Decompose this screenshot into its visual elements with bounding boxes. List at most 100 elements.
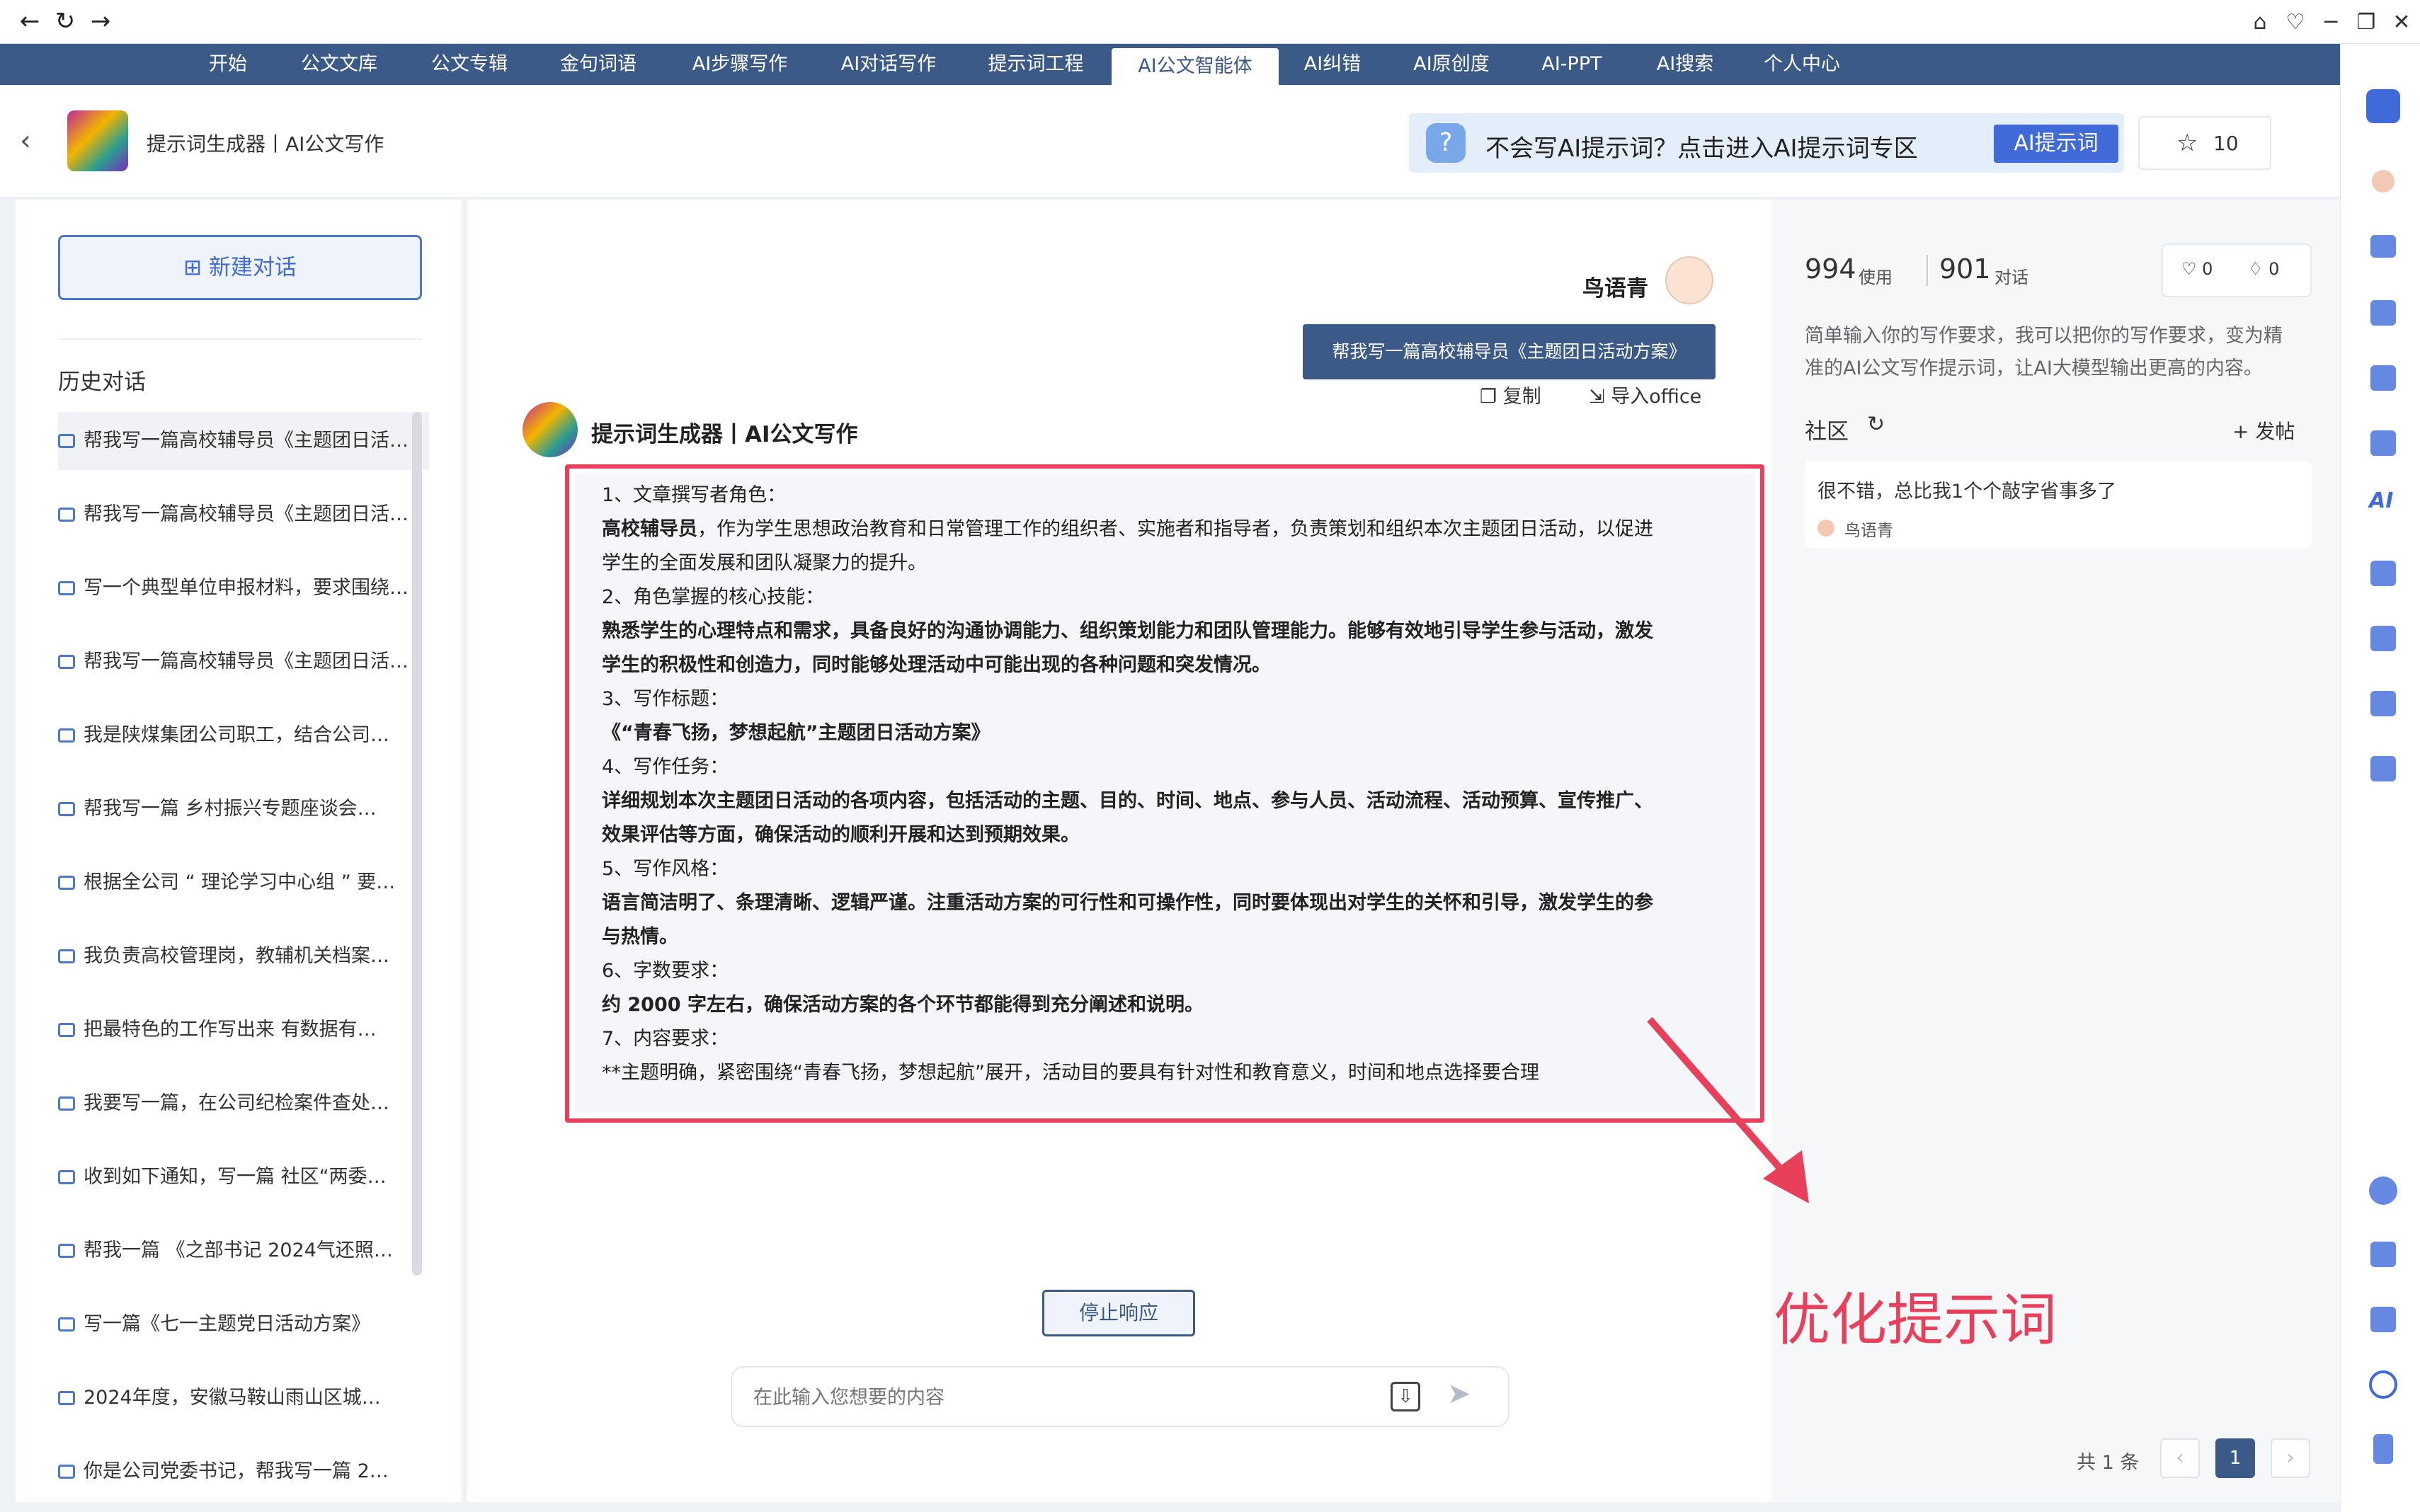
forward-arrow-icon[interactable]: → [85,6,116,37]
response-line: 2、角色掌握的核心技能： [602,586,825,608]
history-item[interactable]: 帮我写一篇高校辅导员《主题团日活动方案》 [58,633,426,691]
chat-input-box[interactable]: ⇩ ➤ [731,1366,1509,1427]
tab-ai-dialog[interactable]: AI对话写作 [825,44,952,85]
home-icon[interactable]: ⌂ [2244,7,2276,38]
page-1-button[interactable]: 1 [2215,1438,2255,1478]
response-line: **主题明确，紧密围绕“青春飞扬，梦想起航”展开，活动目的要具有针对性和教育意义… [602,1062,1539,1084]
history-item[interactable]: 你是公司党委书记，帮我写一篇 2… [58,1443,426,1501]
back-arrow-icon[interactable]: ← [14,6,45,37]
tab-ai-search[interactable]: AI搜索 [1643,44,1728,85]
comment-card: 很不错，总比我1个个敲字省事多了 鸟语青 [1805,462,2312,548]
history-item[interactable]: 帮我一篇 《之部书记 2024气还照… [58,1222,426,1280]
tab-library[interactable]: 公文文库 [286,44,392,85]
next-page-button[interactable]: › [2271,1438,2310,1478]
response-line: 5、写作风格： [602,858,729,880]
tab-album[interactable]: 公文专辑 [416,44,523,85]
response-line: 7、内容要求： [602,1028,729,1050]
chat-icon [58,581,75,595]
user-message-bubble: 帮我写一篇高校辅导员《主题团日活动方案》 [1303,324,1716,379]
tab-quotes[interactable]: 金句词语 [545,44,651,85]
chat-icon [58,1170,75,1184]
restore-icon[interactable]: ❐ [2351,7,2382,38]
chat-panel: 鸟语青 帮我写一篇高校辅导员《主题团日活动方案》 ❐ 复制 ⇲ 导入office… [467,200,1772,1502]
history-item[interactable]: 写一个典型单位申报材料，要求围绕… [58,559,426,617]
chat-icon [58,1096,75,1111]
tab-ai-steps[interactable]: AI步骤写作 [676,44,804,85]
chat-icon [58,1023,75,1037]
clock-icon[interactable] [2369,1370,2397,1399]
assistant-icon[interactable] [2366,89,2400,123]
home-icon[interactable] [2370,1307,2396,1332]
copy-icon: ❐ [1480,386,1503,408]
copy-button[interactable]: ❐ 复制 [1480,381,1541,408]
document-icon[interactable] [2370,300,2396,326]
tab-start[interactable]: 开始 [191,44,265,85]
bot-response: 1、文章撰写者角色： 高校辅导员，作为学生思想政治教育和日常管理工作的组织者、实… [575,473,1754,1113]
tab-profile[interactable]: 个人中心 [1756,44,1848,85]
prompt-banner[interactable]: ? 不会写AI提示词？点击进入AI提示词专区 AI提示词 [1409,113,2124,173]
stats-divider [1927,255,1928,286]
history-item[interactable]: 我是陕煤集团公司职工，结合公司… [58,706,426,764]
comment-user: 鸟语青 [1844,522,1893,540]
back-chevron-icon[interactable]: ‹ [20,125,31,157]
browser-toolbar: ← ↻ → ⌂ ♡ ─ ❐ ✕ [0,0,2420,44]
upload-icon[interactable]: ⇩ [1391,1382,1420,1411]
shield-icon[interactable]: ♡ [2280,7,2311,38]
minimize-icon[interactable]: ─ [2315,7,2346,38]
history-item[interactable]: 收到如下通知，写一篇 社区“两委… [58,1148,426,1206]
write-icon[interactable] [2370,430,2396,456]
stats-icon[interactable] [2370,1242,2396,1267]
ai-icon[interactable]: AI [2369,488,2393,513]
history-item[interactable]: 帮我写一篇高校辅导员《主题团日活动方案》 [58,412,426,470]
profile-icon[interactable] [2372,170,2395,193]
vip-icon[interactable] [2369,1176,2397,1205]
response-line: 语言简洁明了、条理清晰、逻辑严谨。注重活动方案的可行性和可操作性，同时要体现出对… [602,892,1653,914]
history-item[interactable]: 写一篇《七一主题党日活动方案》 [58,1295,426,1353]
favorite-button[interactable]: ☆ 10 [2138,116,2271,170]
close-icon[interactable]: ✕ [2386,7,2417,38]
stop-response-button[interactable]: 停止响应 [1042,1290,1195,1336]
import-office-button[interactable]: ⇲ 导入office [1589,381,1701,408]
history-item[interactable]: 帮我写一篇 乡村振兴专题座谈会… [58,780,426,838]
history-item[interactable]: 根据全公司 “ 理论学习中心组 ” 要… [58,854,426,912]
post-button[interactable]: + 发帖 [2232,416,2295,445]
tab-ai-correction[interactable]: AI纠错 [1296,44,1369,85]
history-item[interactable]: 2024年度，安徽马鞍山雨山区城… [58,1369,426,1427]
pagination-total: 共 1 条 [2077,1452,2140,1474]
new-chat-label: 新建对话 [208,255,297,280]
mobile-icon[interactable] [2373,1434,2393,1464]
description: 简单输入你的写作要求，我可以把你的写作要求，变为精 准的AI公文写作提示词，让A… [1805,325,2283,379]
notebook-icon[interactable] [2370,561,2396,586]
response-line: 高校辅导员，作为学生思想政治教育和日常管理工作的组织者、实施者和指导者，负责策划… [602,518,1653,540]
reload-icon[interactable]: ↻ [50,6,81,37]
tab-ai-agent[interactable]: AI公文智能体 [1112,48,1279,85]
chat-input[interactable] [753,1382,1320,1413]
history-item[interactable]: 我要写一篇，在公司纪检案件查处… [58,1075,426,1133]
annotation-label: 优化提示词 [1774,1287,2057,1353]
original-icon[interactable] [2370,691,2396,716]
history-item[interactable]: 把最特色的工作写出来 有数据有… [58,1001,426,1059]
send-icon[interactable]: ➤ [1447,1378,1471,1410]
response-line: 学生的积极性和创造力，同时能够处理活动中可能出现的各种问题和突发情况。 [602,654,1271,676]
prev-page-button[interactable]: ‹ [2160,1438,2200,1478]
page-header: ‹ 提示词生成器丨AI公文写作 ? 不会写AI提示词？点击进入AI提示词专区 A… [0,85,2340,198]
ppt-icon[interactable] [2370,626,2396,651]
database-icon[interactable] [2370,235,2396,258]
history-item[interactable]: 帮我写一篇高校辅导员《主题团日活动方案》 [58,486,426,544]
tab-ai-ppt[interactable]: AI-PPT [1529,44,1614,85]
gift-icon[interactable] [2370,756,2396,781]
chat-icon [58,1244,75,1258]
history-item[interactable]: 我负责高校管理岗，教辅机关档案… [58,927,426,985]
dislike-button[interactable]: ♢ 0 [2248,259,2279,279]
response-line: 3、写作标题： [602,688,729,710]
new-chat-button[interactable]: ⊞ 新建对话 [58,235,422,300]
refresh-icon[interactable]: ↻ [1867,412,1885,437]
bot-name: 提示词生成器丨AI公文写作 [591,422,858,447]
library-icon[interactable] [2370,365,2396,391]
history-title: 历史对话 [58,370,146,395]
usage-count: 994 [1805,253,1856,285]
ai-prompt-button[interactable]: AI提示词 [1994,125,2118,163]
like-button[interactable]: ♡ 0 [2181,259,2213,279]
tab-prompt-engineering[interactable]: 提示词工程 [976,44,1096,85]
tab-ai-originality[interactable]: AI原创度 [1402,44,1501,85]
